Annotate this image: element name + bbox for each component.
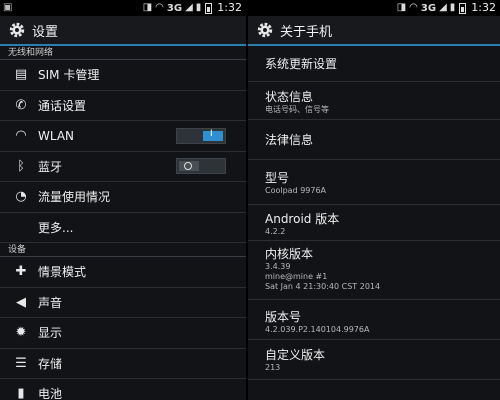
kernel-version-item: 内核版本 3.4.39 mine@mine #1 Sat Jan 4 21:30… [248,241,500,300]
battery-status-icon [205,2,213,14]
item-title: 状态信息 [265,90,314,104]
item-label: WLAN [38,128,75,143]
item-label: SIM 卡管理 [38,68,100,83]
sim-card-icon: ▤ [14,67,28,83]
legal-info-item[interactable]: 法律信息 [248,120,500,160]
toggle-knob [203,129,223,141]
item-label: 存储 [38,356,63,371]
item-title: 型号 [265,171,290,185]
call-settings-item[interactable]: ✆ 通话设置 [0,91,246,121]
custom-version-item: 自定义版本 213 [248,340,500,380]
item-value: 213 [265,363,281,372]
display-item[interactable]: ✹ 显示 [0,318,246,349]
data-usage-icon: ◔ [15,189,27,205]
profile-mode-item[interactable]: ✚ 情景模式 [0,257,246,288]
item-title: 版本号 [265,310,302,324]
data-usage-item[interactable]: ◔ 流量使用情况 [0,182,246,213]
wifi-icon: ◠ [15,128,27,144]
storage-icon: ☰ [15,355,27,371]
status-info-item[interactable]: 状态信息 电话号码、信号等 [248,82,500,120]
about-title-bar[interactable]: 关于手机 [248,16,500,46]
bluetooth-icon: ᛒ [17,158,25,174]
battery-item[interactable]: ▮ 电池 [0,379,246,400]
bluetooth-item[interactable]: ᛒ 蓝牙 [0,152,246,182]
system-update-item[interactable]: 系统更新设置 [248,46,500,82]
android-debug-icon: ◨ [142,2,153,13]
battery-status-icon [459,2,467,14]
item-title: 内核版本 [265,247,314,261]
storage-item[interactable]: ☰ 存储 [0,349,246,379]
signal-icon: ▮ [449,2,456,13]
item-title: Android 版本 [265,212,340,226]
wifi-signal-icon: ◠ [155,2,164,13]
notification-icon: ▣ [3,2,13,13]
signal-icon: ▮ [195,2,202,13]
brightness-icon: ✹ [15,325,27,341]
item-value: 4.2.2 [265,227,286,236]
item-subtitle: 电话号码、信号等 [265,105,329,114]
item-value: 4.2.039.P2.140104.9976A [265,325,370,334]
item-value: mine@mine #1 [265,272,328,281]
page-title: 设置 [32,24,59,40]
network-type: 3G [166,2,183,14]
status-bar: ◨ ◠ 3G ◢ ▮ 1:32 [248,0,500,16]
more-item[interactable]: 更多... [0,213,246,243]
sound-item[interactable]: ◀ 声音 [0,288,246,318]
wlan-toggle[interactable] [176,127,226,144]
cellular-signal-icon: ◢ [185,2,193,13]
page-title: 关于手机 [280,24,333,40]
item-value: Coolpad 9976A [265,186,327,195]
item-label: 声音 [38,295,63,310]
sim-card-management-item[interactable]: ▤ SIM 卡管理 [0,60,246,91]
cellular-signal-icon: ◢ [439,2,447,13]
clock: 1:32 [471,1,496,14]
network-type: 3G [420,2,437,14]
settings-title-bar[interactable]: 设置 [0,16,246,46]
settings-gear-icon [257,22,273,38]
clock: 1:32 [217,1,242,14]
item-label: 通话设置 [38,98,87,113]
model-item: 型号 Coolpad 9976A [248,160,500,205]
item-label: 蓝牙 [38,159,63,174]
phone-icon: ✆ [15,97,27,113]
android-version-item[interactable]: Android 版本 4.2.2 [248,205,500,241]
settings-gear-icon [9,22,25,38]
about-phone-panel: ◨ ◠ 3G ◢ ▮ 1:32 关于手机 系统更新设置 状态信息 电话号码、信号… [248,0,500,400]
item-value: 3.4.39 [265,262,291,271]
item-label: 显示 [38,326,63,341]
item-label: 更多... [38,220,74,235]
settings-panel: ▣ ◨ ◠ 3G ◢ ▮ 1:32 设置 无线和网络 ▤ SIM 卡管理 ✆ 通… [0,0,246,400]
section-header-device: 设备 [0,243,246,257]
item-title: 自定义版本 [265,348,326,362]
item-value: Sat Jan 4 21:30:40 CST 2014 [265,282,381,291]
wifi-signal-icon: ◠ [409,2,418,13]
android-debug-icon: ◨ [396,2,407,13]
profile-icon: ✚ [15,264,27,280]
speaker-icon: ◀ [16,294,26,310]
item-label: 流量使用情况 [38,190,111,205]
item-title: 系统更新设置 [265,57,338,71]
item-label: 情景模式 [38,265,87,280]
status-bar: ▣ ◨ ◠ 3G ◢ ▮ 1:32 [0,0,246,16]
item-label: 电池 [38,387,63,400]
wlan-item[interactable]: ◠ WLAN [0,121,246,152]
battery-icon: ▮ [17,386,25,400]
bluetooth-toggle[interactable] [176,158,226,175]
item-title: 法律信息 [265,133,314,147]
section-header-wireless: 无线和网络 [0,46,246,60]
toggle-knob [179,161,199,172]
build-number-item: 版本号 4.2.039.P2.140104.9976A [248,300,500,340]
